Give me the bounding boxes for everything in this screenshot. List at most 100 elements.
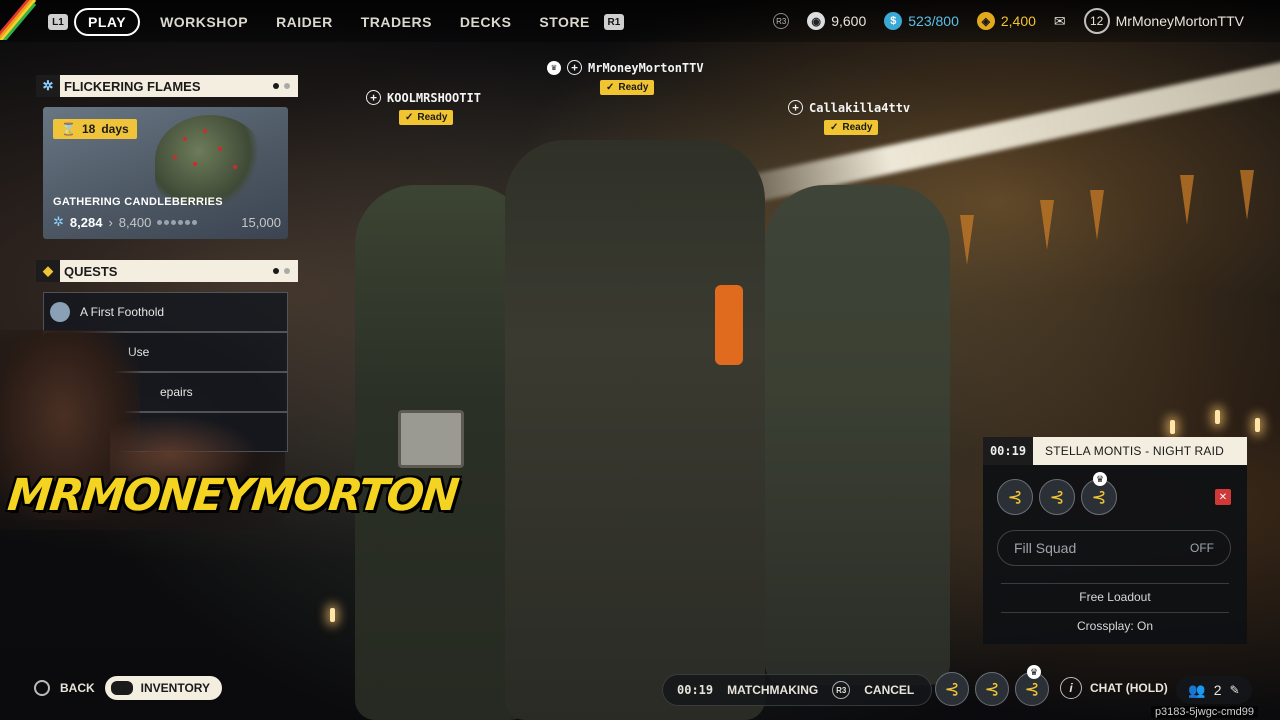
gold-currency-value: 2,400 [1000,13,1036,29]
crossplay-option[interactable]: Crossplay: On [1001,612,1229,633]
player-tag-center[interactable]: ♛ + MrMoneyMortonTTV [547,60,704,75]
nav-workshop[interactable]: WORKSHOP [160,14,248,30]
banner-flag [960,215,974,265]
coins-stat[interactable]: ◉ 9,600 [807,12,866,30]
chevron-right-icon: › [108,214,113,230]
bottom-left-actions: BACK INVENTORY [34,676,223,700]
gold-currency-icon: ◈ [976,12,995,30]
banner-flag [1240,170,1254,220]
squad-leader-avatar[interactable]: ♛ ⊰ [1081,472,1117,515]
player-name: KOOLMRSHOOTIT [387,90,481,105]
ready-badge: ✓ Ready [399,110,454,125]
squad-member-avatar[interactable]: ⊰ [975,672,1009,706]
matchmaking-label: MATCHMAKING [727,683,819,697]
party-count[interactable]: 👥 2 ✎ [1176,676,1252,704]
squad-header: 00:19 STELLA MONTIS - NIGHT RAID [983,437,1247,465]
blue-currency-value: 523/800 [908,13,959,29]
raider-character-center [505,140,765,720]
event-card[interactable]: ⌛ 18 days GATHERING CANDLEBERRIES ✲ 8,28… [43,107,288,239]
gold-currency-stat[interactable]: ◈ 2,400 [976,12,1036,30]
main-nav: L1 PLAY WORKSHOP RAIDER TRADERS DECKS ST… [48,8,624,36]
progress-current: 8,284 [69,214,103,230]
edit-icon: ✎ [1229,683,1240,697]
mute-icon[interactable]: ✕ [1215,489,1231,505]
banner-flag [1090,190,1104,240]
quest-icon [50,302,70,322]
squad-member-avatar[interactable]: ⊰ [997,479,1033,515]
touchpad-icon [110,681,133,695]
fill-squad-toggle[interactable]: Fill Squad OFF [997,530,1231,566]
circle-button-icon [34,680,50,696]
add-friend-icon[interactable]: + [567,60,582,75]
fill-squad-label: Fill Squad [1014,540,1077,556]
crown-icon: ♛ [1093,472,1107,486]
blue-currency-stat[interactable]: $ 523/800 [884,12,959,30]
event-title: FLICKERING FLAMES [64,78,201,94]
blue-currency-icon: $ [884,12,903,30]
r3-button-icon: R3 [773,13,790,29]
nav-raider[interactable]: RAIDER [276,14,333,30]
ready-label: Ready [618,82,649,93]
chat-control[interactable]: i CHAT (HOLD) [1060,677,1168,699]
progress-pips [157,219,198,225]
bottom-squad-avatars: ⊰ ⊰ ♛ ⊰ [935,665,1049,706]
belt-device [398,410,464,468]
progress-next: 8,400 [118,214,152,230]
quest-diamond-icon: ◆ [36,260,60,282]
coin-icon: ◉ [807,12,826,30]
coins-value: 9,600 [831,13,867,29]
candleberry-tree-image [155,115,265,205]
banner-flag [1180,175,1194,225]
progress-gear-icon: ✲ [53,214,64,229]
banner-flag [1040,200,1054,250]
candle [330,608,335,622]
player-tag-left[interactable]: + KOOLMRSHOOTIT [366,90,481,105]
squad-panel: 00:19 STELLA MONTIS - NIGHT RAID ⊰ ⊰ ♛ ⊰ … [983,437,1247,644]
ready-badge: ✓ Ready [824,120,879,135]
quests-header[interactable]: ◆ QUESTS [36,260,298,282]
crown-icon: ♛ [1027,665,1041,679]
streamer-logo-overlay: MRMONEYMORTON [5,470,460,521]
crown-icon: ♛ [547,60,561,75]
profile[interactable]: 12 MrMoneyMortonTTV [1083,8,1244,34]
matchmaking-timer: 00:19 [677,683,714,697]
inventory-button[interactable]: INVENTORY [104,676,223,700]
player-tag-right[interactable]: + Callakilla4ttv [788,100,910,115]
page-dots [273,83,298,89]
nav-store[interactable]: STORE [539,14,589,30]
squad-leader-avatar[interactable]: ♛ ⊰ [1015,665,1049,706]
build-id: p3183-5jwgc-cmd99 [1150,706,1258,718]
event-progress: ✲ 8,284 › 8,400 15,000 [53,214,281,230]
rainbow-stripe [0,0,46,40]
people-icon: 👥 [1188,681,1206,698]
squad-member-avatar[interactable]: ⊰ [935,672,969,706]
add-friend-icon[interactable]: + [366,90,381,105]
quest-label: epairs [160,385,193,399]
raider-character-right [765,185,950,685]
ready-label: Ready [417,112,448,123]
days-value: 18 [81,122,96,136]
nav-decks[interactable]: DECKS [460,14,512,30]
cancel-button[interactable]: CANCEL [864,683,914,697]
free-loadout-option[interactable]: Free Loadout [1001,583,1229,604]
light-beam [703,55,1280,213]
page-dots [273,268,298,274]
days-unit: days [101,122,129,136]
hourglass-icon: ⌛ [61,122,76,136]
nav-traders[interactable]: TRADERS [361,14,432,30]
nav-play[interactable]: PLAY [74,8,141,36]
squad-member-avatar[interactable]: ⊰ [1039,479,1075,515]
quest-item[interactable]: A First Foothold [43,292,288,332]
event-card-title: GATHERING CANDLEBERRIES [53,196,223,208]
squad-timer: 00:19 [983,437,1033,465]
r1-button-icon[interactable]: R1 [603,14,624,30]
add-friend-icon[interactable]: + [788,100,803,115]
check-icon: ✓ [830,122,839,133]
player-name: Callakilla4ttv [809,100,911,115]
event-header[interactable]: ✲ FLICKERING FLAMES [36,75,298,97]
currency-bar: R3 ◉ 9,600 $ 523/800 ◈ 2,400 ✉ 12 MrMone… [773,8,1244,34]
candle [1170,420,1175,434]
l1-button-icon[interactable]: L1 [48,14,68,30]
mail-icon[interactable]: ✉ [1054,13,1066,30]
back-button[interactable]: BACK [60,681,95,695]
